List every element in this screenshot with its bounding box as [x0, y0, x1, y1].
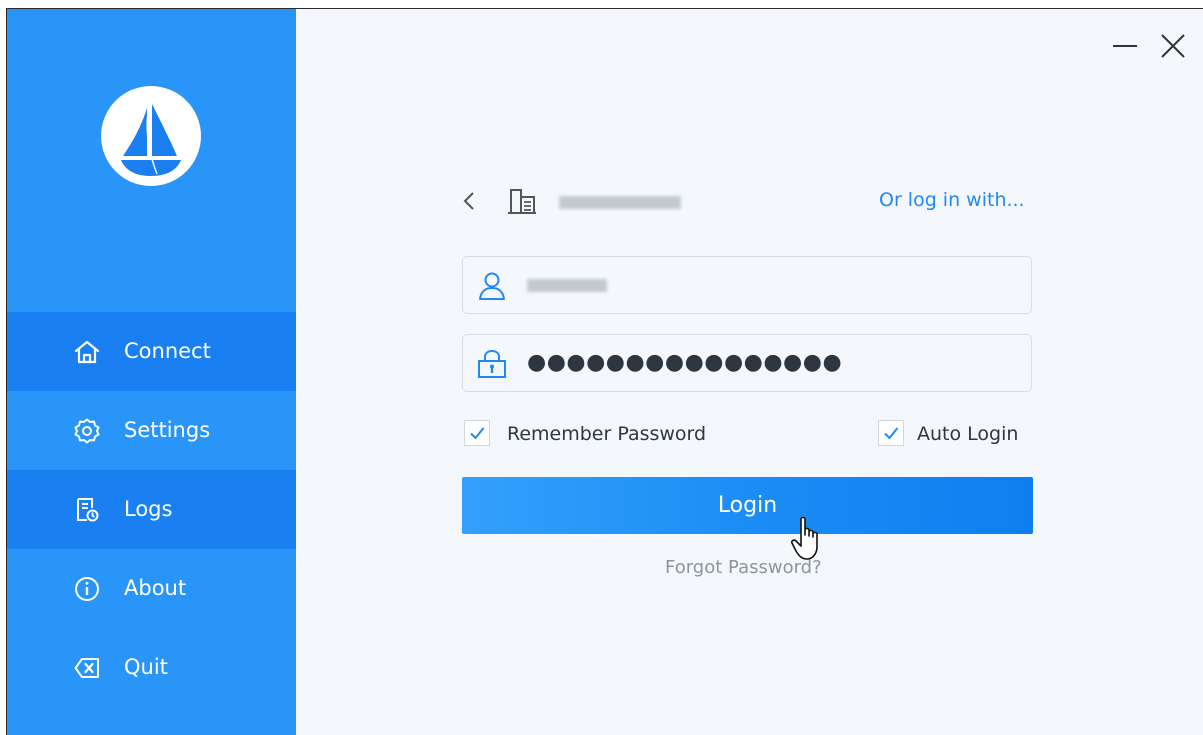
sidebar-item-label: Settings [124, 418, 211, 442]
username-field[interactable] [462, 256, 1032, 314]
chevron-left-icon[interactable] [460, 187, 478, 215]
remember-password-checkbox[interactable] [464, 420, 490, 446]
info-icon [75, 577, 99, 601]
login-button-label: Login [717, 493, 778, 518]
username-value-redacted [527, 279, 607, 292]
password-value: ●●●●●●●●●●●●●●●● [527, 350, 843, 375]
sidebar-item-connect[interactable]: Connect [7, 312, 296, 391]
password-field[interactable]: ●●●●●●●●●●●●●●●● [462, 334, 1032, 392]
sidebar-item-settings[interactable]: Settings [7, 391, 296, 470]
sidebar-item-logs[interactable]: Logs [7, 470, 296, 549]
check-icon [884, 427, 899, 440]
sidebar: Connect Settings Logs About Quit [7, 9, 296, 735]
login-button[interactable]: Login [462, 477, 1033, 534]
sailboat-logo [101, 86, 201, 186]
building-icon [508, 189, 536, 214]
lock-icon [478, 349, 506, 378]
gear-icon [74, 418, 100, 444]
user-icon [479, 272, 505, 300]
sidebar-item-label: About [124, 576, 187, 600]
sidebar-item-quit[interactable]: Quit [7, 628, 296, 707]
sidebar-item-about[interactable]: About [7, 549, 296, 628]
log-document-icon [77, 498, 99, 522]
backspace-icon [74, 658, 99, 678]
auto-login-label: Auto Login [917, 423, 1019, 445]
alt-login-link[interactable]: Or log in with... [879, 189, 1025, 211]
sidebar-item-label: Quit [124, 655, 168, 679]
auto-login-checkbox[interactable] [878, 420, 904, 446]
hand-cursor-icon [791, 516, 818, 560]
minimize-icon[interactable] [1110, 31, 1140, 61]
sidebar-item-label: Logs [124, 497, 173, 521]
check-icon [470, 427, 485, 440]
home-icon [74, 340, 100, 364]
login-window: Connect Settings Logs About Quit Or log … [6, 8, 1203, 735]
sidebar-item-label: Connect [124, 339, 211, 363]
remember-password-label: Remember Password [507, 423, 707, 445]
organization-name-redacted [559, 196, 681, 209]
close-icon[interactable] [1158, 31, 1188, 61]
